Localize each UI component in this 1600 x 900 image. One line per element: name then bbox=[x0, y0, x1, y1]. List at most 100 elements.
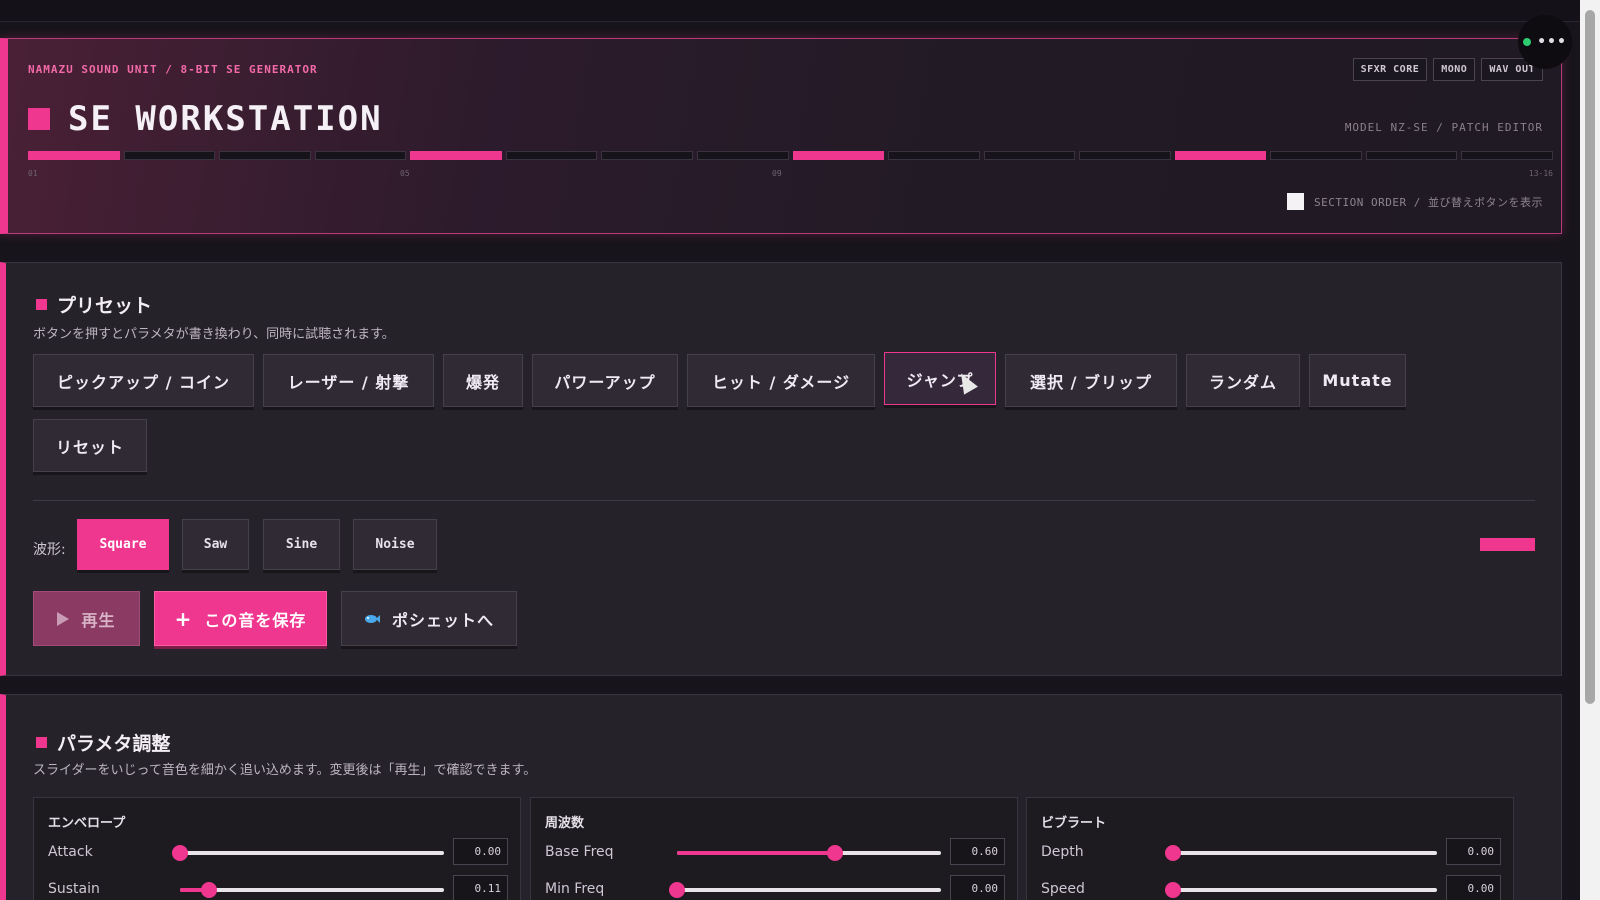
param-label: Depth bbox=[1041, 844, 1084, 860]
slider-knob[interactable] bbox=[827, 845, 844, 861]
step-10 bbox=[888, 151, 980, 160]
param-value-field[interactable]: 0.00 bbox=[1446, 838, 1501, 865]
step-14 bbox=[1270, 151, 1362, 160]
preset-jump-button[interactable]: ジャンプ bbox=[884, 352, 996, 405]
preset-select-blip-button[interactable]: 選択 / ブリップ bbox=[1005, 354, 1177, 407]
save-label: この音を保存 bbox=[204, 610, 307, 630]
param-card-vibrato: ビブラート Depth 0.00 Speed 0.00 bbox=[1026, 797, 1514, 900]
slider-fill bbox=[677, 851, 836, 855]
param-label: Base Freq bbox=[545, 844, 614, 860]
step-label-01: 01 bbox=[28, 169, 38, 178]
more-options-button[interactable]: ••• bbox=[1518, 15, 1572, 69]
param-value-field[interactable]: 0.00 bbox=[453, 838, 508, 865]
step-4 bbox=[314, 151, 407, 160]
preset-powerup-button[interactable]: パワーアップ bbox=[532, 354, 678, 407]
presets-title: プリセット bbox=[36, 291, 152, 318]
step-8 bbox=[696, 151, 789, 160]
param-slider[interactable] bbox=[180, 882, 444, 898]
browser-top-strip bbox=[0, 0, 1580, 22]
step-16 bbox=[1461, 151, 1553, 160]
preset-pickup-coin-button[interactable]: ピックアップ / コイン bbox=[33, 354, 254, 407]
step-2 bbox=[123, 151, 216, 160]
header-panel: NAMAZU SOUND UNIT / 8-BIT SE GENERATOR S… bbox=[0, 38, 1562, 234]
scrollbar[interactable] bbox=[1580, 0, 1600, 900]
param-card-frequency: 周波数 Base Freq 0.60 Min Freq 0.00 bbox=[530, 797, 1018, 900]
waveform-sine-button[interactable]: Sine bbox=[263, 519, 340, 570]
step-12 bbox=[1079, 151, 1171, 160]
play-icon bbox=[57, 611, 70, 626]
step-6 bbox=[505, 151, 598, 160]
params-title: パラメタ調整 bbox=[36, 729, 170, 756]
section-order-label: SECTION ORDER / 並び替えボタンを表示 bbox=[1314, 195, 1543, 209]
slider-knob[interactable] bbox=[172, 845, 188, 861]
preset-mutate-button[interactable]: Mutate bbox=[1309, 354, 1406, 407]
status-dot-icon bbox=[1523, 38, 1532, 46]
title-square-icon bbox=[28, 108, 50, 130]
params-panel: パラメタ調整 スライダーをいじって音色を細かく追い込めます。変更後は「再生」で確… bbox=[0, 694, 1562, 900]
param-row: Speed 0.00 bbox=[1041, 875, 1501, 900]
preset-laser-button[interactable]: レーザー / 射撃 bbox=[263, 354, 434, 407]
level-indicator bbox=[1480, 538, 1535, 551]
page-title: SE WORKSTATION bbox=[68, 99, 383, 139]
slider-knob[interactable] bbox=[1165, 845, 1181, 861]
params-description: スライダーをいじって音色を細かく追い込めます。変更後は「再生」で確認できます。 bbox=[33, 763, 537, 778]
play-button[interactable]: 再生 bbox=[33, 591, 140, 646]
step-3 bbox=[219, 151, 311, 160]
param-slider[interactable] bbox=[677, 845, 941, 861]
model-label: MODEL NZ-SE / PATCH EDITOR bbox=[1344, 121, 1543, 134]
param-label: Speed bbox=[1041, 881, 1085, 897]
preset-explosion-button[interactable]: 爆発 bbox=[443, 354, 523, 407]
step-labels: 01 05 09 13-16 bbox=[28, 169, 1553, 181]
waveform-label: 波形: bbox=[33, 542, 66, 558]
param-row: Base Freq 0.60 bbox=[545, 838, 1005, 868]
param-card-title: ビブラート bbox=[1041, 816, 1107, 831]
params-title-text: パラメタ調整 bbox=[57, 733, 171, 755]
param-label: Sustain bbox=[48, 881, 100, 897]
param-row: Sustain 0.11 bbox=[48, 875, 508, 900]
step-7 bbox=[601, 151, 693, 160]
step-indicator bbox=[28, 151, 1553, 160]
presets-title-text: プリセット bbox=[57, 295, 153, 317]
step-1 bbox=[28, 151, 120, 160]
save-sound-button[interactable]: + この音を保存 bbox=[154, 591, 327, 646]
brand-label: NAMAZU SOUND UNIT / 8-BIT SE GENERATOR bbox=[28, 63, 318, 76]
param-card-title: 周波数 bbox=[545, 816, 585, 831]
waveform-saw-button[interactable]: Saw bbox=[182, 519, 249, 570]
scrollbar-thumb[interactable] bbox=[1585, 10, 1595, 704]
section-order-toggle[interactable]: SECTION ORDER / 並び替えボタンを表示 bbox=[1287, 193, 1543, 210]
plus-icon: + bbox=[174, 606, 193, 631]
preset-random-button[interactable]: ランダム bbox=[1186, 354, 1300, 407]
preset-hit-damage-button[interactable]: ヒット / ダメージ bbox=[687, 354, 875, 407]
param-label: Attack bbox=[48, 844, 93, 860]
param-card-envelope: エンベロープ Attack 0.00 Sustain 0.11 bbox=[33, 797, 521, 900]
more-icon: ••• bbox=[1537, 34, 1567, 50]
pochette-button[interactable]: ポシェットへ bbox=[341, 591, 517, 646]
step-9 bbox=[792, 151, 885, 160]
step-label-05: 05 bbox=[400, 169, 410, 178]
param-row: Min Freq 0.00 bbox=[545, 875, 1005, 900]
param-value-field[interactable]: 0.00 bbox=[1446, 875, 1501, 900]
step-label-09: 09 bbox=[772, 169, 782, 178]
tag-mono: MONO bbox=[1433, 58, 1476, 81]
param-slider[interactable] bbox=[669, 882, 941, 898]
divider bbox=[33, 500, 1535, 501]
step-label-13-16: 13-16 bbox=[1528, 169, 1553, 178]
param-slider[interactable] bbox=[1165, 845, 1437, 861]
header-tags: SFXR CORE MONO WAV OUT bbox=[1352, 58, 1543, 81]
param-value-field[interactable]: 0.00 bbox=[950, 875, 1005, 900]
param-slider[interactable] bbox=[1165, 882, 1437, 898]
section-order-checkbox[interactable] bbox=[1287, 193, 1305, 210]
slider-knob[interactable] bbox=[669, 882, 685, 898]
waveform-square-button[interactable]: Square bbox=[77, 519, 169, 570]
preset-reset-button[interactable]: リセット bbox=[33, 419, 147, 472]
presets-panel: プリセット ボタンを押すとパラメタが書き換わり、同時に試聴されます。 ピックアッ… bbox=[0, 262, 1562, 676]
step-15 bbox=[1365, 151, 1458, 160]
param-slider[interactable] bbox=[172, 845, 444, 861]
step-13 bbox=[1174, 151, 1267, 160]
slider-knob[interactable] bbox=[1165, 882, 1181, 898]
param-value-field[interactable]: 0.11 bbox=[453, 875, 508, 900]
slider-knob[interactable] bbox=[201, 882, 218, 898]
param-value-field[interactable]: 0.60 bbox=[950, 838, 1005, 865]
section-square-icon bbox=[36, 299, 47, 310]
waveform-noise-button[interactable]: Noise bbox=[353, 519, 437, 570]
